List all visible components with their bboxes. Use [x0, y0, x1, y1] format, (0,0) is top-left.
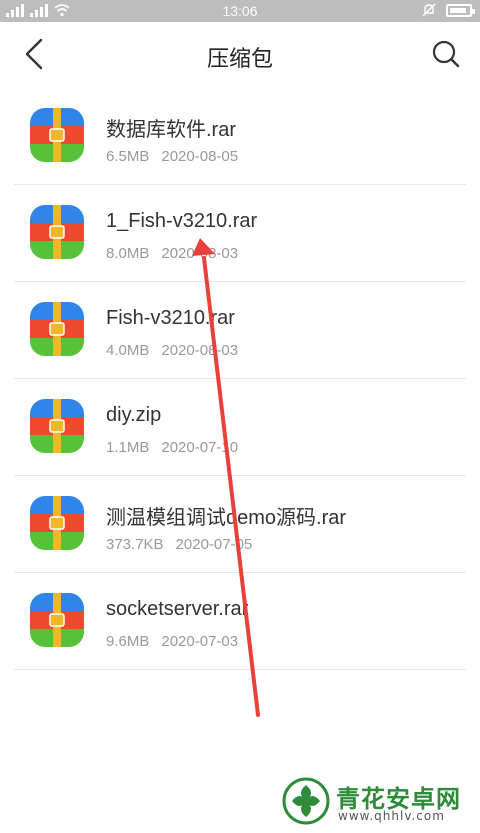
file-size: 8.0MB — [106, 245, 150, 262]
archive-icon — [30, 593, 84, 647]
watermark-url: www.qhhlv.com — [338, 809, 445, 823]
archive-icon — [30, 496, 84, 550]
archive-icon — [30, 108, 84, 162]
file-date: 2020-07-03 — [161, 633, 239, 650]
file-row[interactable]: diy.zip 1.1MB 2020-07-10 — [0, 379, 480, 476]
watermark-logo-icon — [282, 777, 330, 825]
search-button[interactable] — [428, 36, 464, 72]
status-bar: 13:06 — [0, 0, 480, 22]
file-meta: 9.6MB 2020-07-03 — [106, 633, 238, 650]
file-row[interactable]: 测温模组调试demo源码.rar 373.7KB 2020-07-05 — [0, 476, 480, 573]
file-name: 数据库软件.rar — [106, 119, 236, 141]
app-header: 压缩包 — [0, 22, 480, 86]
archive-icon — [30, 205, 84, 259]
file-size: 4.0MB — [106, 342, 150, 359]
file-date: 2020-08-05 — [161, 148, 239, 165]
file-date: 2020-08-03 — [161, 342, 239, 359]
file-date: 2020-07-05 — [175, 536, 253, 553]
watermark: 青花安卓网 www.qhhlv.com — [282, 777, 472, 827]
file-row[interactable]: Fish-v3210.rar 4.0MB 2020-08-03 — [0, 282, 480, 379]
file-row[interactable]: 1_Fish-v3210.rar 8.0MB 2020-08-03 — [0, 185, 480, 282]
file-name: diy.zip — [106, 404, 162, 426]
file-meta: 1.1MB 2020-07-10 — [106, 439, 238, 456]
archive-icon — [30, 302, 84, 356]
file-row[interactable]: socketserver.rar 9.6MB 2020-07-03 — [0, 573, 480, 670]
file-date: 2020-07-10 — [161, 439, 239, 456]
file-size: 1.1MB — [106, 439, 150, 456]
file-meta: 6.5MB 2020-08-05 — [106, 148, 238, 165]
file-list: 数据库软件.rar 6.5MB 2020-08-05 1_Fish-v3210.rar… — [0, 88, 480, 670]
page-title: 压缩包 — [206, 46, 273, 71]
file-name: 1_Fish-v3210.rar — [106, 210, 258, 232]
back-button[interactable] — [16, 36, 52, 72]
mute-bell-icon — [422, 3, 436, 17]
file-size: 9.6MB — [106, 633, 150, 650]
file-name: socketserver.rar — [106, 598, 249, 620]
chevron-left-icon — [25, 38, 43, 70]
file-name: 测温模组调试demo源码.rar — [106, 507, 347, 529]
file-row[interactable]: 数据库软件.rar 6.5MB 2020-08-05 — [0, 88, 480, 185]
file-meta: 373.7KB 2020-07-05 — [106, 536, 252, 553]
battery-icon — [446, 3, 475, 17]
search-icon — [432, 40, 460, 68]
status-time: 13:06 — [222, 3, 258, 19]
archive-icon — [30, 399, 84, 453]
file-size: 373.7KB — [106, 536, 164, 553]
status-icons-right — [422, 3, 475, 17]
file-date: 2020-08-03 — [161, 245, 239, 262]
file-meta: 8.0MB 2020-08-03 — [106, 245, 238, 262]
file-meta: 4.0MB 2020-08-03 — [106, 342, 238, 359]
file-size: 6.5MB — [106, 148, 150, 165]
file-name: Fish-v3210.rar — [106, 307, 235, 329]
